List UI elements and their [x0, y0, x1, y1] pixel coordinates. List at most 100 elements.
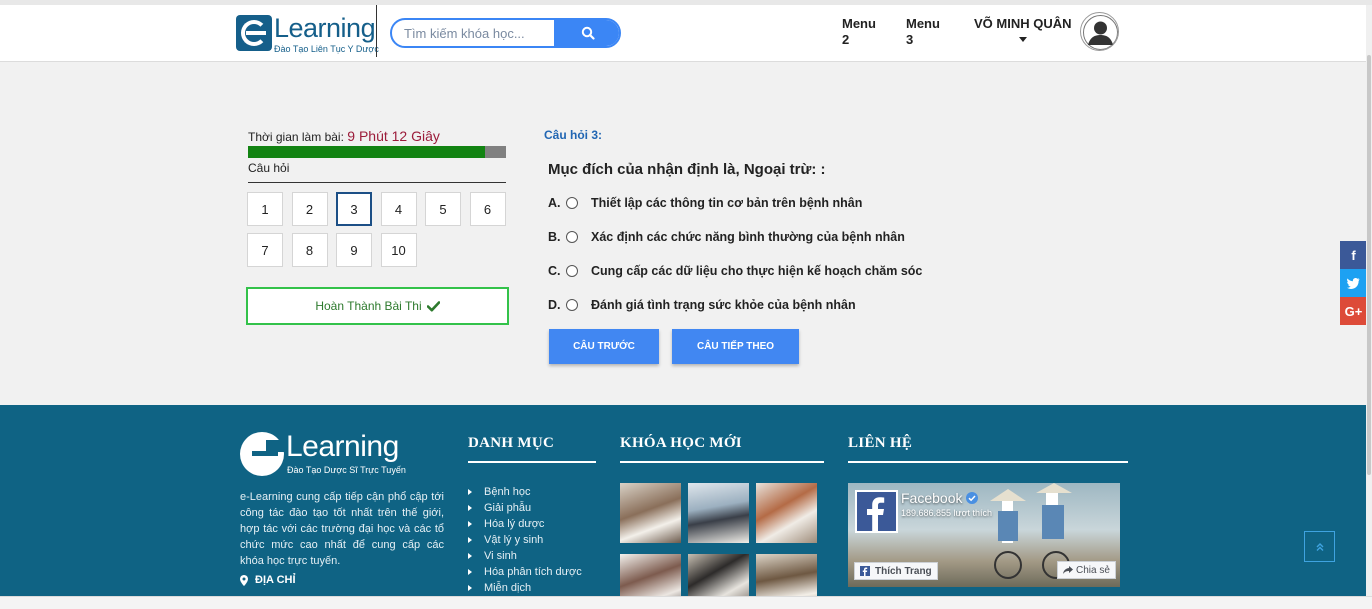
menu-2-number: 2 [842, 32, 850, 47]
previous-question-button[interactable]: CÂU TRƯỚC [549, 329, 659, 364]
category-list: Bệnh học Giải phẫu Hóa lý dược Vật lý y sin… [468, 484, 582, 596]
twitter-share-button[interactable] [1340, 269, 1367, 297]
course-thumbnail[interactable] [620, 483, 681, 543]
question-number-button[interactable]: 3 [336, 192, 372, 226]
course-thumbnail[interactable] [688, 483, 749, 543]
category-label: Hóa phân tích dược [484, 566, 582, 578]
facebook-logo-icon [855, 490, 898, 533]
category-label: Hóa lý dược [484, 518, 545, 530]
answer-option-d[interactable]: D. Đánh giá tình trạng sức khỏe của bệnh… [548, 296, 856, 314]
caret-right-icon [468, 489, 472, 495]
category-link[interactable]: Hóa phân tích dược [468, 564, 582, 580]
category-label: Vật lý y sinh [484, 534, 544, 546]
header: Learning Đào Tạo Liên Tục Y Dược Menu 2 … [0, 5, 1366, 62]
category-link[interactable]: Vật lý y sinh [468, 532, 582, 548]
question-number-button[interactable]: 7 [247, 233, 283, 267]
answer-text: Xác định các chức năng bình thường của b… [591, 230, 905, 244]
facebook-share-page-button[interactable]: Chia sẻ [1057, 561, 1116, 579]
search-button[interactable] [554, 20, 619, 46]
footer-logo-subtitle: Đào Tạo Dược Sĩ Trực Tuyến [287, 465, 406, 475]
category-label: Giải phẫu [484, 502, 532, 514]
facebook-small-icon [860, 566, 870, 576]
footer-logo-e-icon [240, 432, 284, 476]
user-silhouette-icon [1083, 15, 1118, 50]
facebook-icon: f [1351, 247, 1356, 263]
category-link[interactable]: Vi sinh [468, 548, 582, 564]
menu-3-number: 3 [906, 32, 914, 47]
check-icon [426, 300, 440, 311]
new-courses-grid [620, 483, 817, 609]
google-plus-icon: G+ [1344, 303, 1363, 319]
back-to-top-button[interactable] [1304, 531, 1335, 562]
footer-logo-word: Learning [286, 430, 399, 463]
menu-3-link[interactable]: Menu 3 [906, 16, 940, 48]
course-thumbnail[interactable] [756, 483, 817, 543]
new-courses-rule [620, 461, 824, 463]
question-number-button[interactable]: 5 [425, 192, 461, 226]
answer-option-c[interactable]: C. Cung cấp các dữ liệu cho thực hiện kế… [548, 262, 922, 280]
questions-divider [248, 182, 506, 183]
caret-right-icon [468, 585, 472, 591]
scrollbar-thumb[interactable] [1367, 55, 1371, 475]
categories-heading: DANH MỤC [468, 435, 555, 451]
facebook-page-name[interactable]: Facebook [901, 490, 979, 506]
caret-right-icon [468, 569, 472, 575]
facebook-share-button[interactable]: f [1340, 241, 1367, 269]
category-label: Vi sinh [484, 550, 517, 562]
share-arrow-icon [1063, 566, 1073, 574]
category-link[interactable]: Hóa lý dược [468, 516, 582, 532]
site-logo[interactable]: Learning Đào Tạo Liên Tục Y Dược [236, 13, 379, 59]
question-number-button[interactable]: 10 [380, 233, 417, 267]
logo-e-icon [236, 15, 272, 51]
user-menu[interactable]: VÕ MINH QUÂN [974, 16, 1072, 42]
facebook-like-page-button[interactable]: Thích Trang [854, 562, 938, 580]
question-number-button[interactable]: 2 [291, 192, 328, 226]
caret-right-icon [468, 521, 472, 527]
facebook-page-name-text: Facebook [901, 490, 963, 506]
footer-address-heading: ĐỊA CHỈ [240, 574, 296, 586]
answer-option-b[interactable]: B. Xác định các chức năng bình thường củ… [548, 228, 905, 246]
timer: Thời gian làm bài: 9 Phút 12 Giây [248, 128, 440, 144]
answer-option-a[interactable]: A. Thiết lập các thông tin cơ bản trên b… [548, 194, 862, 212]
finish-exam-label: Hoàn Thành Bài Thi [315, 299, 422, 313]
question-number-button[interactable]: 8 [291, 233, 328, 267]
answer-radio-a[interactable] [566, 197, 578, 209]
question-number-button[interactable]: 1 [247, 192, 283, 226]
next-question-button[interactable]: CÂU TIẾP THEO [672, 329, 799, 364]
search-input[interactable] [392, 20, 554, 46]
question-number-button[interactable]: 6 [469, 192, 506, 226]
answer-radio-b[interactable] [566, 231, 578, 243]
category-label: Bệnh học [484, 486, 531, 498]
categories-rule [468, 461, 596, 463]
page-scrollbar[interactable] [1366, 5, 1372, 596]
question-number-button[interactable]: 4 [380, 192, 417, 226]
new-courses-heading: KHÓA HỌC MỚI [620, 435, 742, 451]
menu-3-label: Menu [906, 16, 940, 31]
facebook-page-widget[interactable]: Facebook 189.686.855 lượt thích Thích Tr… [848, 483, 1120, 587]
double-chevron-up-icon [1316, 542, 1323, 551]
caret-down-icon [1018, 37, 1027, 42]
bottom-bar [0, 596, 1372, 609]
question-number-button[interactable]: 9 [336, 233, 372, 267]
category-link[interactable]: Miễn dịch [468, 580, 582, 596]
finish-exam-button[interactable]: Hoàn Thành Bài Thi [246, 287, 509, 325]
timer-label: Thời gian làm bài: [248, 130, 344, 144]
menu-2-label: Menu [842, 16, 876, 31]
menu-2-link[interactable]: Menu 2 [842, 16, 876, 48]
answer-text: Đánh giá tình trạng sức khỏe của bệnh nh… [591, 298, 856, 312]
question-grid: 1 2 3 4 5 6 7 8 9 10 [247, 192, 507, 267]
search-box [390, 18, 621, 48]
footer-logo[interactable]: Learning Đào Tạo Dược Sĩ Trực Tuyến [240, 430, 420, 480]
category-link[interactable]: Giải phẫu [468, 500, 582, 516]
google-plus-share-button[interactable]: G+ [1340, 297, 1367, 325]
header-divider [376, 5, 377, 57]
category-link[interactable]: Bệnh học [468, 484, 582, 500]
contact-heading: LIÊN HỆ [848, 435, 913, 451]
footer-description: e-Learning cung cấp tiếp cận phổ cập tới… [240, 491, 444, 567]
user-name: VÕ MINH QUÂN [974, 16, 1072, 31]
question-text: Mục đích của nhận định là, Ngoại trừ: : [548, 161, 826, 178]
facebook-like-page-label: Thích Trang [875, 565, 932, 577]
answer-radio-d[interactable] [566, 299, 578, 311]
answer-radio-c[interactable] [566, 265, 578, 277]
avatar[interactable] [1080, 12, 1119, 51]
